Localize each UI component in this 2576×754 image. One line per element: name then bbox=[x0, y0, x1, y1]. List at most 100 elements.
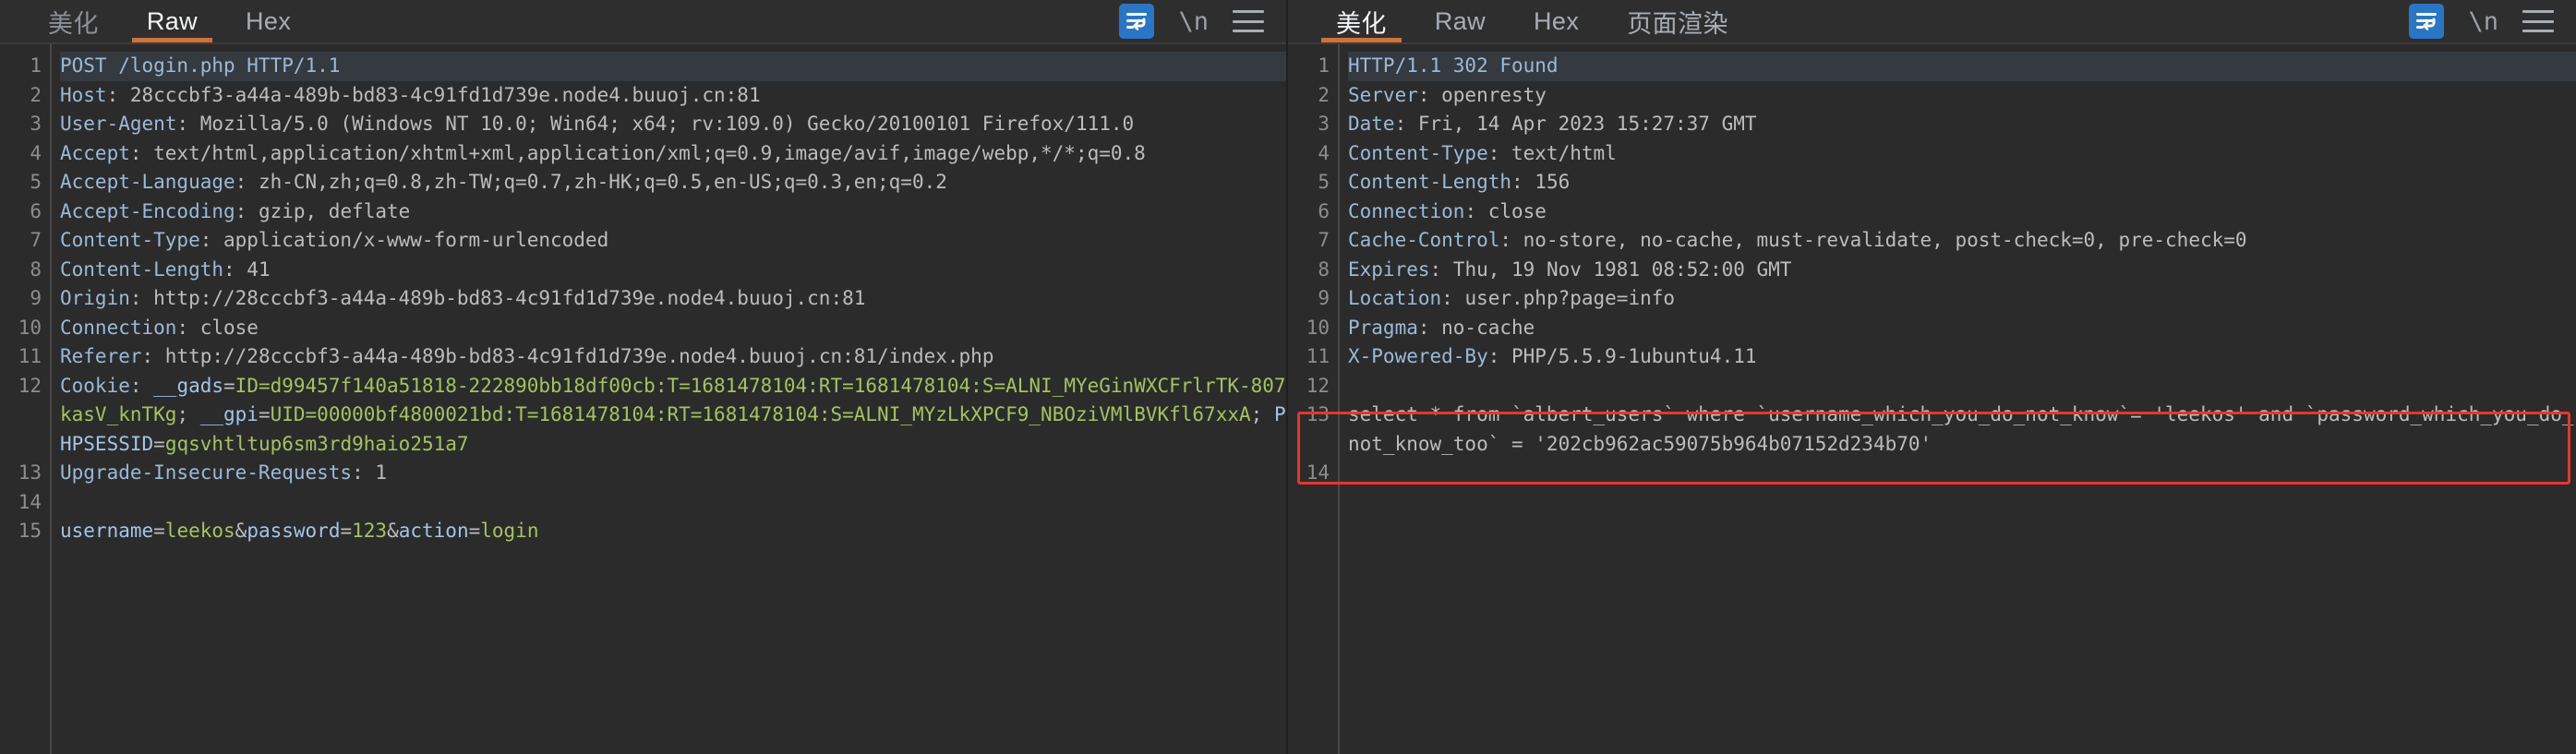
code-line[interactable]: Accept-Language: zh-CN,zh;q=0.8,zh-TW;q=… bbox=[60, 168, 1286, 197]
code-token: : text/html bbox=[1487, 141, 1617, 164]
code-line[interactable]: Origin: http://28cccbf3-a44a-489b-bd83-4… bbox=[60, 284, 1286, 314]
tab-page-render[interactable]: 页面渲染 bbox=[1603, 0, 1752, 42]
code-line[interactable]: HTTP/1.1 302 Found bbox=[1348, 52, 2576, 81]
code-token: : Mozilla/5.0 (Windows NT 10.0; Win64; x… bbox=[176, 113, 1135, 135]
code-line[interactable]: Expires: Thu, 19 Nov 1981 08:52:00 GMT bbox=[1348, 256, 2576, 285]
code-line[interactable]: Upgrade-Insecure-Requests: 1 bbox=[60, 459, 1286, 488]
code-line[interactable]: Content-Length: 41 bbox=[60, 256, 1286, 285]
tab-beautify[interactable]: 美化 bbox=[1312, 0, 1411, 42]
tab-raw[interactable]: Raw bbox=[123, 0, 222, 42]
code-line[interactable]: Content-Length: 156 bbox=[1348, 168, 2576, 197]
code-token: : zh-CN,zh;q=0.8,zh-TW;q=0.7,zh-HK;q=0.5… bbox=[235, 171, 947, 193]
code-token: : no-store, no-cache, must-revalidate, p… bbox=[1499, 229, 2247, 251]
tab-hex[interactable]: Hex bbox=[1510, 0, 1603, 42]
request-code-area[interactable]: 1 2 3 4 5 6 7 8 9 10 11 12 13 14 15 POST /login.php H… bbox=[0, 44, 1286, 754]
code-token: : user.php?page=info bbox=[1441, 287, 1676, 309]
request-line-numbers: 1 2 3 4 5 6 7 8 9 10 11 12 13 14 15 bbox=[0, 44, 52, 754]
word-wrap-button[interactable] bbox=[2409, 4, 2445, 39]
code-token: UID=00000bf4800021bd:T=1681478104:RT=168… bbox=[270, 403, 1251, 425]
code-line[interactable]: Content-Type: text/html bbox=[1348, 139, 2576, 169]
word-wrap-icon bbox=[1119, 4, 1155, 39]
code-token: Origin bbox=[60, 287, 130, 309]
code-token: : openresty bbox=[1417, 83, 1547, 106]
code-token: ; bbox=[176, 403, 200, 425]
line-number: 1 bbox=[30, 54, 42, 77]
code-token: Connection bbox=[60, 316, 177, 339]
code-token: Cache-Control bbox=[1348, 229, 1500, 251]
line-number: 4 bbox=[30, 141, 42, 164]
line-number: 6 bbox=[30, 199, 42, 222]
line-number: 12 bbox=[18, 374, 42, 397]
code-token: & bbox=[387, 520, 399, 542]
code-line[interactable]: Connection: close bbox=[60, 314, 1286, 343]
code-token: = bbox=[223, 374, 235, 397]
code-line[interactable]: X-Powered-By: PHP/5.5.9-1ubuntu4.11 bbox=[1348, 342, 2576, 372]
code-line[interactable]: ​ bbox=[1348, 459, 2576, 488]
code-line[interactable]: Pragma: no-cache bbox=[1348, 314, 2576, 343]
line-number: 12 bbox=[1306, 374, 1330, 397]
response-toolbar: \n bbox=[2409, 0, 2576, 42]
line-number: 7 bbox=[30, 229, 42, 251]
line-number: 15 bbox=[18, 520, 42, 542]
line-number: 11 bbox=[18, 345, 42, 367]
line-number: 5 bbox=[30, 171, 42, 193]
code-line[interactable]: select * from `albert_users` where `user… bbox=[1348, 401, 2576, 459]
line-number: 14 bbox=[18, 490, 42, 513]
code-token: = bbox=[468, 520, 481, 542]
code-line[interactable]: User-Agent: Mozilla/5.0 (Windows NT 10.0… bbox=[60, 110, 1286, 139]
line-number: 3 bbox=[1318, 113, 1330, 135]
code-token: Accept bbox=[60, 141, 130, 164]
code-token: login bbox=[480, 520, 539, 542]
menu-button[interactable] bbox=[2522, 10, 2554, 32]
line-number: 2 bbox=[1318, 83, 1330, 106]
code-line[interactable]: Cache-Control: no-store, no-cache, must-… bbox=[1348, 226, 2576, 256]
request-content[interactable]: POST /login.php HTTP/1.1 Host: 28cccbf3-a… bbox=[52, 44, 1286, 754]
code-token: __gpi bbox=[199, 403, 259, 425]
code-token: Content-Length bbox=[1348, 171, 1512, 193]
line-number: 8 bbox=[30, 257, 42, 281]
response-line-numbers: 1 2 3 4 5 6 7 8 9 10 11 12 13 14 bbox=[1288, 44, 1340, 754]
code-line[interactable]: Cookie: __gads=ID=d99457f140a51818-22289… bbox=[60, 372, 1286, 460]
code-token: Location bbox=[1348, 287, 1442, 309]
code-line[interactable]: Accept-Encoding: gzip, deflate bbox=[60, 197, 1286, 227]
code-line[interactable]: Connection: close bbox=[1348, 197, 2576, 227]
code-token: : PHP/5.5.9-1ubuntu4.11 bbox=[1487, 345, 1757, 367]
code-token: password bbox=[247, 520, 341, 542]
code-line[interactable]: ​ bbox=[1348, 372, 2576, 401]
code-line[interactable]: Date: Fri, 14 Apr 2023 15:27:37 GMT bbox=[1348, 110, 2576, 139]
code-line[interactable]: Location: user.php?page=info bbox=[1348, 284, 2576, 314]
line-number bbox=[0, 430, 50, 460]
word-wrap-button[interactable] bbox=[1119, 4, 1155, 39]
newline-button[interactable]: \n bbox=[2468, 7, 2498, 36]
code-token: : 28cccbf3-a44a-489b-bd83-4c91fd1d739e.n… bbox=[106, 83, 761, 106]
code-token: : 41 bbox=[223, 257, 271, 281]
code-token: POST /login.php HTTP/1.1 bbox=[60, 54, 341, 77]
code-token: = bbox=[153, 432, 165, 455]
code-line[interactable]: username=leekos&password=123&action=logi… bbox=[60, 517, 1286, 546]
menu-button[interactable] bbox=[1233, 10, 1264, 32]
line-number: 1 bbox=[1318, 54, 1330, 77]
code-line[interactable]: Referer: http://28cccbf3-a44a-489b-bd83-… bbox=[60, 342, 1286, 372]
newline-button[interactable]: \n bbox=[1178, 7, 1209, 36]
code-line[interactable]: Content-Type: application/x-www-form-url… bbox=[60, 226, 1286, 256]
code-token: = bbox=[153, 520, 165, 542]
code-token: username bbox=[60, 520, 154, 542]
tab-hex[interactable]: Hex bbox=[222, 0, 315, 42]
code-token: Expires bbox=[1348, 257, 1430, 281]
code-line[interactable]: ​ bbox=[60, 488, 1286, 518]
line-number: 6 bbox=[1318, 199, 1330, 222]
code-token: Host bbox=[60, 83, 107, 106]
line-number: 13 bbox=[1306, 403, 1330, 425]
code-line[interactable]: Server: openresty bbox=[1348, 81, 2576, 111]
code-line[interactable]: Accept: text/html,application/xhtml+xml,… bbox=[60, 139, 1286, 169]
code-token: Content-Length bbox=[60, 257, 224, 281]
code-line[interactable]: Host: 28cccbf3-a44a-489b-bd83-4c91fd1d73… bbox=[60, 81, 1286, 111]
tab-raw[interactable]: Raw bbox=[1411, 0, 1510, 42]
tab-beautify[interactable]: 美化 bbox=[24, 0, 123, 42]
response-content[interactable]: HTTP/1.1 302 Found Server: openresty Date:… bbox=[1340, 44, 2576, 754]
code-token: : text/html,application/xhtml+xml,applic… bbox=[129, 141, 1146, 164]
response-code-area[interactable]: 1 2 3 4 5 6 7 8 9 10 11 12 13 14 HTTP/1.1 302 Found S… bbox=[1288, 44, 2576, 754]
code-line[interactable]: POST /login.php HTTP/1.1 bbox=[60, 52, 1286, 81]
code-token: User-Agent bbox=[60, 113, 177, 135]
code-token: Content-Type bbox=[60, 229, 200, 251]
